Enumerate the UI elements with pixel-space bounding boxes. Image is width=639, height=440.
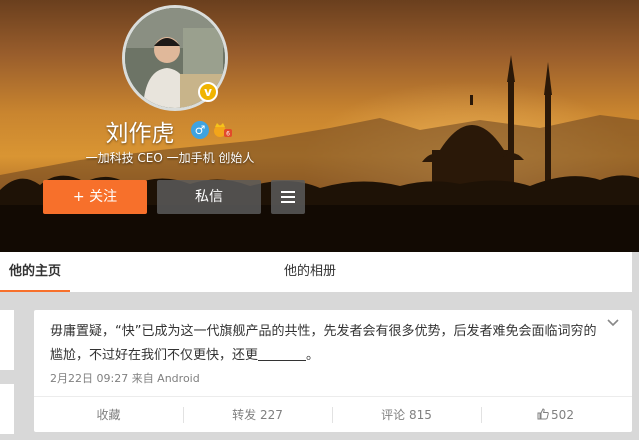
like-button[interactable]: 502	[481, 397, 630, 433]
message-button[interactable]: 私信	[157, 180, 261, 214]
comment-button[interactable]: 评论 815	[332, 397, 481, 433]
forward-button[interactable]: 转发 227	[183, 397, 332, 433]
post-actions-bar: 收藏 转发 227 评论 815 502	[34, 396, 632, 433]
menu-icon	[281, 191, 295, 206]
profile-bio: 一加科技 CEO 一加手机 创始人	[85, 151, 255, 165]
tab-photos[interactable]: 他的相册	[284, 252, 336, 292]
post-text: 毋庸置疑，“快”已成为这一代旗舰产品的共性，先发者会有很多优势，后发者难免会面临…	[50, 320, 606, 368]
verified-badge-icon: v	[198, 82, 218, 102]
chevron-down-icon[interactable]	[606, 316, 620, 330]
svg-text:6: 6	[226, 131, 230, 138]
post-text-main: 毋庸置疑，“快”已成为这一代旗舰产品的共性，先发者会有很多优势，后发者难免会面临…	[50, 324, 597, 363]
thumbs-up-icon	[537, 408, 549, 420]
tab-home[interactable]: 他的主页	[0, 252, 70, 292]
profile-name: 刘作虎	[105, 121, 175, 147]
previous-card-edge	[0, 384, 14, 434]
vip-crown-icon[interactable]: 6	[213, 121, 233, 139]
fill-in-blank	[258, 346, 307, 361]
feed-post-card: 毋庸置疑，“快”已成为这一代旗舰产品的共性，先发者会有很多优势，后发者难免会面临…	[34, 310, 632, 432]
profile-cover: v 刘作虎 ♂ 6 一加科技 CEO 一加手机 创始人 + 关注 私信	[0, 0, 639, 252]
active-tab-indicator	[0, 290, 70, 292]
like-count: 502	[551, 408, 574, 422]
favorite-button[interactable]: 收藏	[34, 397, 183, 433]
post-text-end: 。	[306, 348, 320, 363]
previous-card-edge	[0, 310, 14, 370]
male-gender-icon: ♂	[191, 121, 209, 139]
profile-tabs: 他的主页 他的相册	[0, 252, 632, 292]
more-menu-button[interactable]	[271, 180, 305, 214]
follow-button[interactable]: + 关注	[43, 180, 147, 214]
tab-home-label: 他的主页	[8, 264, 61, 279]
post-meta: 2月22日 09:27 来自 Android	[50, 372, 200, 385]
